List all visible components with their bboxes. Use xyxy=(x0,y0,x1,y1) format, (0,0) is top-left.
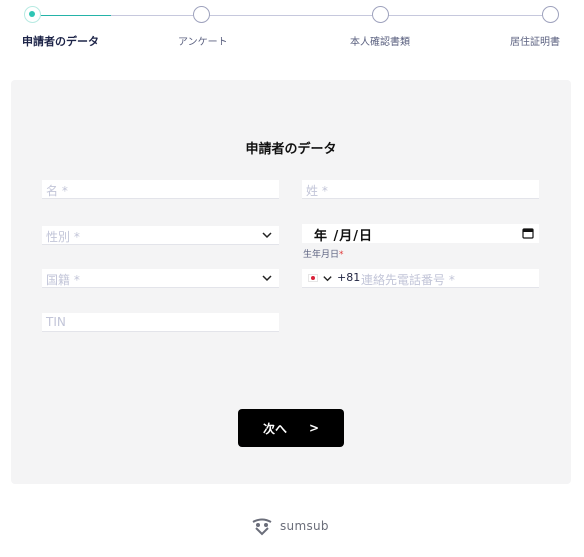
next-button[interactable]: 次へ > xyxy=(238,409,344,447)
step-connector xyxy=(388,15,542,16)
chevron-down-icon xyxy=(262,232,272,239)
step-connector-done xyxy=(40,15,111,16)
tin-placeholder: TIN xyxy=(46,315,66,329)
step-1-indicator xyxy=(24,6,41,23)
date-of-birth-label: 生年月日* xyxy=(303,247,344,260)
brand-name: sumsub xyxy=(280,519,329,533)
phone-input-group: +81 連絡先電話番号 * xyxy=(302,269,539,288)
step-2-label: アンケート xyxy=(178,37,228,48)
step-2-indicator xyxy=(193,6,210,23)
required-marker: * xyxy=(339,250,344,260)
step-3-label: 本人確認書類 xyxy=(350,37,410,48)
step-4-indicator xyxy=(542,6,559,23)
phone-country-code: +81 xyxy=(337,271,361,284)
japan-flag-icon[interactable] xyxy=(308,274,318,282)
chevron-down-icon xyxy=(262,275,272,282)
applicant-data-card: 申請者のデータ 名 * 姓 * 性別 * 年 /月/日 生年月日* 国籍 * +… xyxy=(11,80,571,484)
step-connector xyxy=(111,15,193,16)
sumsub-logo-icon xyxy=(252,518,272,536)
gender-placeholder: 性別 * xyxy=(46,230,80,244)
last-name-input[interactable]: 姓 * xyxy=(302,180,539,199)
step-1-label: 申請者のデータ xyxy=(22,35,99,48)
gender-select[interactable]: 性別 * xyxy=(42,226,279,245)
date-of-birth-input[interactable]: 年 /月/日 xyxy=(302,224,539,244)
calendar-icon[interactable] xyxy=(522,227,534,239)
first-name-input[interactable]: 名 * xyxy=(42,180,279,199)
chevron-down-icon[interactable] xyxy=(322,273,333,284)
next-button-label: 次へ xyxy=(262,421,287,436)
tin-input[interactable]: TIN xyxy=(42,313,279,332)
phone-number-input[interactable]: 連絡先電話番号 * xyxy=(361,271,455,288)
last-name-placeholder: 姓 * xyxy=(306,184,328,198)
dob-label-text: 生年月日 xyxy=(303,250,340,260)
first-name-placeholder: 名 * xyxy=(46,184,68,198)
next-arrow-icon: > xyxy=(308,421,320,435)
nationality-select[interactable]: 国籍 * xyxy=(42,269,279,288)
step-3-indicator xyxy=(372,6,389,23)
date-of-birth-value: 年 /月/日 xyxy=(314,229,374,244)
step-4-label: 居住証明書 xyxy=(510,37,560,48)
form-title: 申請者のデータ xyxy=(245,142,337,157)
nationality-placeholder: 国籍 * xyxy=(46,273,80,287)
powered-by-brand: sumsub xyxy=(250,516,329,536)
progress-stepper: 申請者のデータ アンケート 本人確認書類 居住証明書 xyxy=(0,0,584,60)
step-connector xyxy=(209,15,372,16)
